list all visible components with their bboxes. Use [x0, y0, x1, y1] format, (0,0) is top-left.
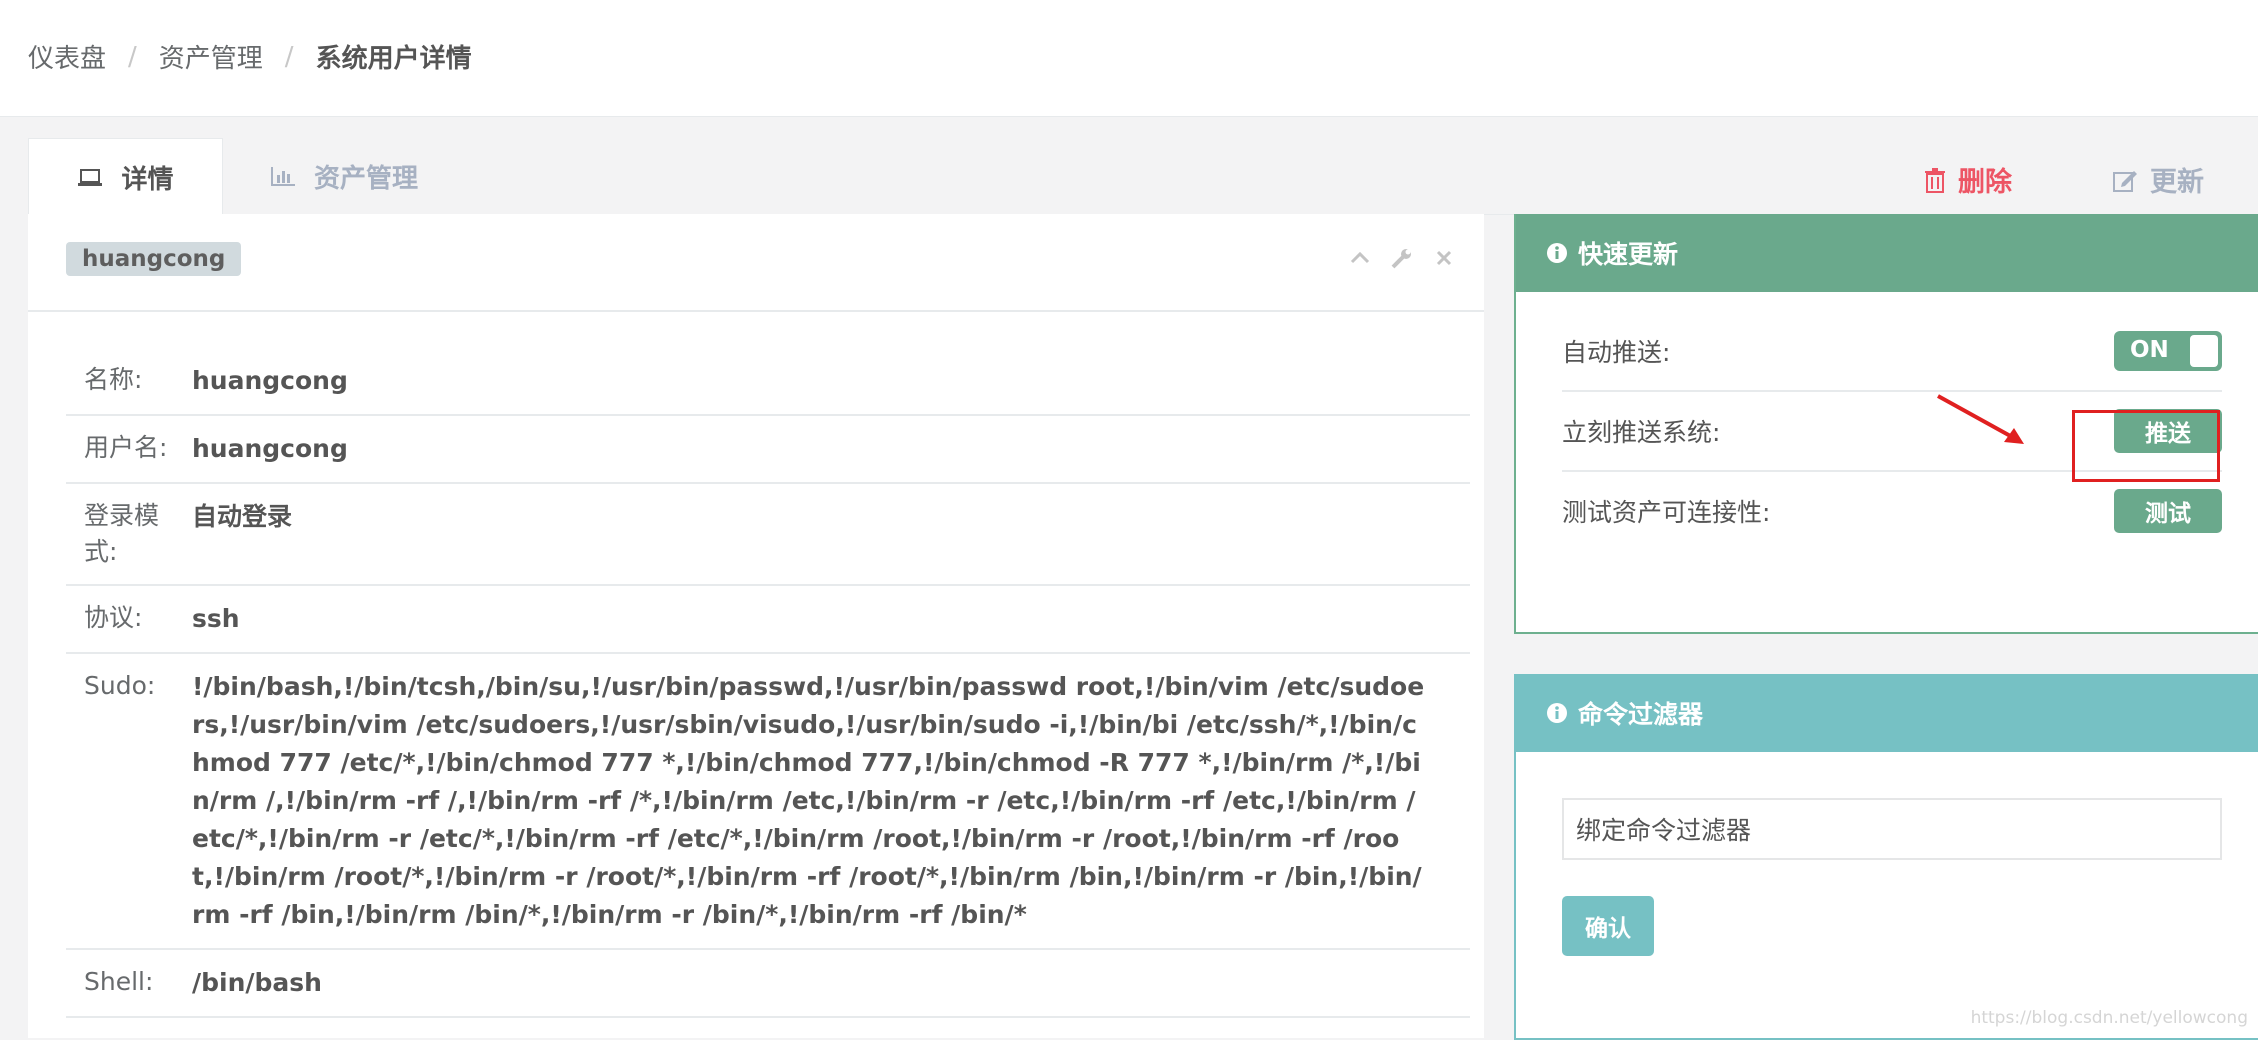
row-value: huangcong: [192, 434, 348, 463]
breadcrumb-separator: /: [128, 41, 137, 72]
info-table: 名称: huangcong 用户名: huangcong 登录模式: 自动登录 …: [66, 348, 1470, 1018]
row-key: Shell:: [84, 967, 154, 996]
table-row: 登录模式: 自动登录: [66, 484, 1470, 586]
row-value: 自动登录: [192, 502, 293, 531]
top-bar: 仪表盘 / 资产管理 / 系统用户详情: [0, 0, 2258, 117]
confirm-button[interactable]: 确认: [1562, 896, 1654, 956]
info-icon: [1547, 703, 1567, 723]
table-row: Sudo: !/bin/bash,!/bin/tcsh,/bin/su,!/us…: [66, 654, 1470, 950]
table-row: 名称: huangcong: [66, 348, 1470, 416]
test-label: 测试资产可连接性:: [1562, 498, 1771, 527]
row-key: 名称:: [84, 365, 143, 394]
toggle-knob: [2190, 335, 2218, 367]
tab-bar: 详情 资产管理 删除 更新: [28, 138, 2258, 216]
table-row: Shell: /bin/bash: [66, 950, 1470, 1018]
row-key: Sudo:: [84, 671, 156, 700]
laptop-icon: [78, 168, 103, 186]
watermark: https://blog.csdn.net/yellowcong: [1970, 1008, 2248, 1028]
auto-push-row: 自动推送: ON: [1562, 312, 2222, 392]
row-value: /bin/bash: [192, 968, 322, 997]
command-filter-header: 命令过滤器: [1516, 674, 2258, 752]
name-tag: huangcong: [66, 242, 242, 276]
wrench-icon[interactable]: [1390, 246, 1414, 274]
test-connectivity-row: 测试资产可连接性: 测试: [1562, 472, 2222, 550]
breadcrumb: 仪表盘 / 资产管理 / 系统用户详情: [28, 38, 472, 75]
breadcrumb-assets[interactable]: 资产管理: [159, 38, 263, 75]
row-value: !/bin/bash,!/bin/tcsh,/bin/su,!/usr/bin/…: [192, 672, 1425, 929]
tab-detail[interactable]: 详情: [28, 138, 223, 216]
close-icon[interactable]: [1432, 246, 1456, 274]
command-filter-select[interactable]: 绑定命令过滤器: [1562, 798, 2222, 860]
tab-asset-management[interactable]: 资产管理: [270, 138, 418, 214]
annotation-arrow: [1937, 394, 2024, 444]
breadcrumb-dashboard[interactable]: 仪表盘: [28, 38, 106, 75]
row-key: 协议:: [84, 603, 143, 632]
row-value: huangcong: [192, 366, 348, 395]
table-row: 协议: ssh: [66, 586, 1470, 654]
info-icon: [1547, 243, 1567, 263]
collapse-icon[interactable]: [1348, 246, 1372, 274]
bar-chart-icon: [271, 167, 295, 186]
auto-push-toggle[interactable]: ON: [2114, 331, 2222, 371]
detail-panel-header: huangcong: [28, 214, 1484, 312]
tab-asset-management-label: 资产管理: [314, 163, 419, 194]
test-button[interactable]: 测试: [2114, 489, 2222, 533]
breadcrumb-current: 系统用户详情: [315, 44, 472, 74]
edit-icon: [2113, 170, 2137, 192]
update-button[interactable]: 更新: [2112, 160, 2204, 199]
command-filter-title: 命令过滤器: [1578, 700, 1704, 729]
row-key: 用户名:: [84, 433, 168, 462]
table-row: 用户名: huangcong: [66, 416, 1470, 484]
tab-detail-label: 详情: [121, 165, 174, 195]
trash-icon: [1925, 167, 1945, 193]
auto-push-label: 自动推送:: [1562, 338, 1671, 367]
panel-tools: [1348, 246, 1456, 274]
highlight-box: [2072, 410, 2220, 482]
command-filter-card: 命令过滤器 绑定命令过滤器 确认: [1514, 674, 2258, 1040]
breadcrumb-separator: /: [284, 41, 294, 72]
row-key: 登录模式:: [84, 501, 160, 566]
quick-update-title: 快速更新: [1578, 240, 1679, 269]
detail-panel: huangcong 名称: huangcong 用户名: huangcong 登…: [28, 214, 1484, 1038]
row-value: ssh: [192, 604, 240, 633]
quick-update-header: 快速更新: [1516, 214, 2258, 292]
delete-button[interactable]: 删除: [1924, 160, 2012, 199]
delete-label: 删除: [1958, 167, 2012, 198]
toggle-state: ON: [2130, 337, 2169, 363]
update-label: 更新: [2150, 167, 2204, 198]
